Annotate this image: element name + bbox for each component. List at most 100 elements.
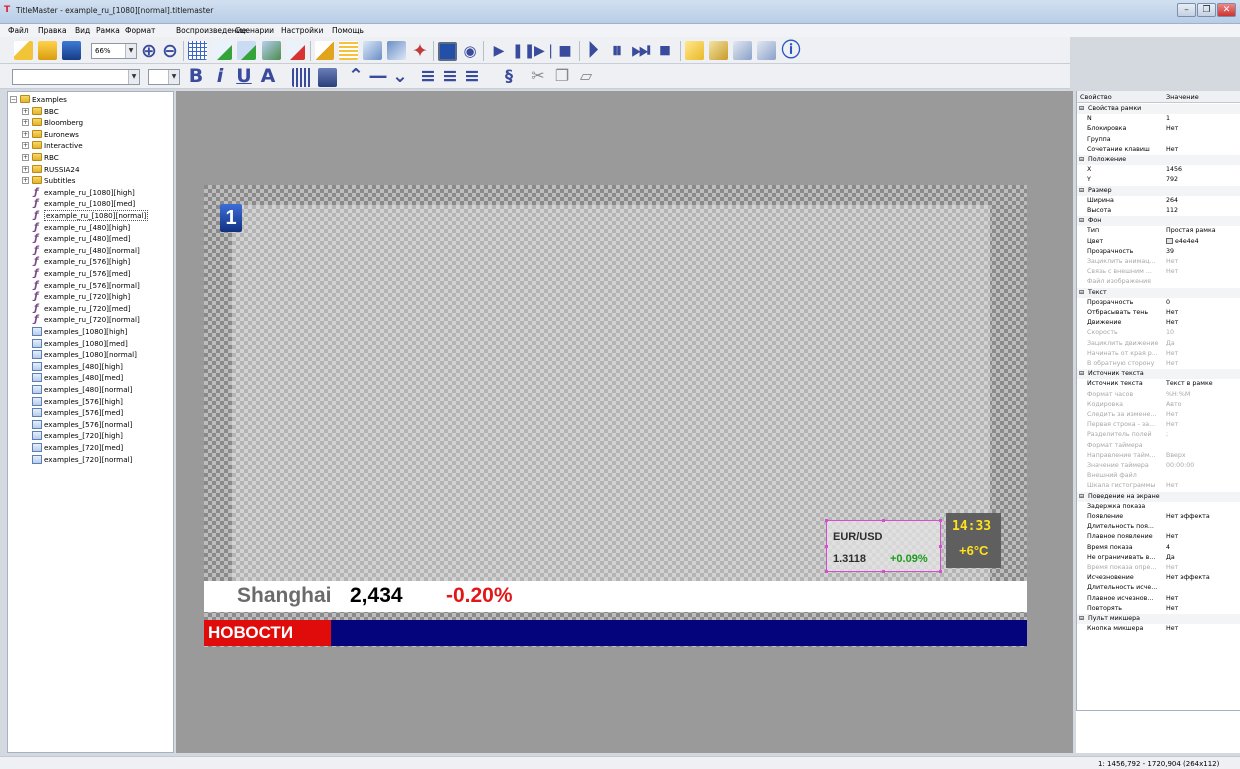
menu-edit[interactable]: Правка	[38, 26, 67, 35]
bold-icon[interactable]: B	[186, 66, 206, 86]
property-row[interactable]: Ширина 264	[1077, 196, 1240, 206]
collapse-icon[interactable]: ⊟	[1079, 614, 1084, 624]
property-row[interactable]: В обратную сторону Нет	[1077, 359, 1240, 369]
property-value[interactable]: 264	[1166, 196, 1240, 206]
property-value[interactable]: Текст в рамке	[1166, 379, 1240, 389]
property-category[interactable]: ⊟ Размер	[1077, 185, 1240, 196]
delete-frame-icon[interactable]	[286, 41, 305, 60]
property-value[interactable]: Да	[1166, 339, 1240, 349]
copy-frame-icon[interactable]	[262, 41, 281, 60]
property-value[interactable]: Авто	[1166, 400, 1240, 410]
align-top-icon[interactable]: ⌃	[346, 66, 366, 86]
property-value[interactable]: Простая рамка	[1166, 226, 1240, 236]
add-frame-icon[interactable]	[213, 41, 232, 60]
scenario-list-icon[interactable]	[733, 41, 752, 60]
property-value[interactable]: Нет эффекта	[1166, 573, 1240, 583]
property-value[interactable]: 792	[1166, 175, 1240, 185]
property-value[interactable]: 10	[1166, 328, 1240, 338]
resize-handle[interactable]	[882, 570, 885, 573]
expand-icon[interactable]: +	[22, 165, 29, 173]
property-value[interactable]: 39	[1166, 247, 1240, 257]
property-row[interactable]: Кодировка Авто	[1077, 400, 1240, 410]
property-row[interactable]: X 1456	[1077, 165, 1240, 175]
section-icon[interactable]: §	[500, 66, 518, 86]
align-bottom-icon[interactable]: ⌄	[390, 66, 410, 86]
collapse-icon[interactable]: ⊟	[1079, 155, 1084, 165]
font-size-select[interactable]: ▼	[148, 69, 180, 85]
property-row[interactable]: Время показа 4	[1077, 543, 1240, 553]
property-value[interactable]: Нет	[1166, 124, 1240, 134]
channel-logo[interactable]: 1	[220, 204, 242, 232]
pin-icon[interactable]: ✦	[410, 41, 430, 61]
property-value[interactable]: %H:%M	[1166, 390, 1240, 400]
property-row[interactable]: Начинать от края р... Нет	[1077, 349, 1240, 359]
step-all-icon[interactable]: ⏭	[630, 40, 652, 61]
property-value[interactable]: Нет	[1166, 604, 1240, 614]
step-icon[interactable]: ▶❘	[534, 41, 557, 61]
property-row[interactable]: Цвет e4e4e4	[1077, 237, 1240, 247]
close-button[interactable]: ✕	[1217, 3, 1236, 17]
collapse-icon[interactable]: ⊟	[1079, 104, 1084, 114]
zoom-out-icon[interactable]: ⊖	[160, 41, 180, 61]
property-row[interactable]: Блокировка Нет	[1077, 124, 1240, 134]
column-property[interactable]: Свойство	[1080, 93, 1112, 101]
property-category[interactable]: ⊟ Положение	[1077, 155, 1240, 166]
save-icon[interactable]	[62, 41, 81, 60]
property-category[interactable]: ⊟ Пульт микшера	[1077, 614, 1240, 625]
property-value[interactable]: Нет	[1166, 257, 1240, 267]
property-row[interactable]: Y 792	[1077, 175, 1240, 185]
new-icon[interactable]	[14, 41, 33, 60]
collapse-icon[interactable]: −	[10, 96, 17, 103]
copy-icon[interactable]: ❐	[552, 66, 572, 86]
property-row[interactable]: Время показа опре... Нет	[1077, 563, 1240, 573]
property-row[interactable]: Повторять Нет	[1077, 604, 1240, 614]
property-row[interactable]: Файл изображения	[1077, 277, 1240, 287]
property-row[interactable]: Плавное исчезнов... Нет	[1077, 594, 1240, 604]
pause-icon[interactable]: ❚❚	[512, 41, 535, 61]
property-value[interactable]: Нет	[1166, 563, 1240, 573]
currency-frame[interactable]: EUR/USD 1.3118 +0.09%	[825, 519, 942, 573]
property-row[interactable]: Прозрачность 0	[1077, 298, 1240, 308]
property-value[interactable]: Нет	[1166, 624, 1240, 634]
resize-handle[interactable]	[939, 519, 942, 522]
property-row[interactable]: Тип Простая рамка	[1077, 226, 1240, 236]
property-row[interactable]: Зациклить анимац... Нет	[1077, 257, 1240, 267]
edit-pencil-icon[interactable]	[315, 41, 334, 60]
resize-handle[interactable]	[825, 519, 828, 522]
property-row[interactable]: Внешний файл	[1077, 471, 1240, 481]
menu-file[interactable]: Файл	[8, 26, 29, 35]
zoom-in-icon[interactable]: ⊕	[139, 41, 159, 61]
expand-icon[interactable]: +	[22, 177, 29, 185]
property-row[interactable]: Сочетание клавиш Нет	[1077, 145, 1240, 155]
property-value[interactable]: 4	[1166, 543, 1240, 553]
menu-help[interactable]: Помощь	[332, 26, 364, 35]
property-value[interactable]: e4e4e4	[1166, 237, 1240, 247]
menu-scenarios[interactable]: Сценарии	[235, 26, 274, 35]
stop-icon[interactable]: ■	[556, 41, 574, 61]
property-row[interactable]: Следить за измене... Нет	[1077, 410, 1240, 420]
collapse-icon[interactable]: ⊟	[1079, 186, 1084, 196]
property-row[interactable]: Направление тайм... Вверх	[1077, 451, 1240, 461]
expand-icon[interactable]: +	[22, 142, 29, 150]
property-row[interactable]: Связь с внешним ... Нет	[1077, 267, 1240, 277]
background-icon[interactable]	[318, 68, 337, 87]
property-value[interactable]: Нет	[1166, 318, 1240, 328]
add-group-icon[interactable]	[237, 41, 256, 60]
play-icon[interactable]: ▶	[490, 41, 508, 61]
property-value[interactable]: Нет	[1166, 410, 1240, 420]
collapse-icon[interactable]: ⊟	[1079, 216, 1084, 226]
resize-handle[interactable]	[825, 545, 828, 548]
property-value[interactable]: 112	[1166, 206, 1240, 216]
collapse-icon[interactable]: ⊟	[1079, 492, 1084, 502]
property-row[interactable]: Зациклить движение Да	[1077, 339, 1240, 349]
property-row[interactable]: Плавное появление Нет	[1077, 532, 1240, 542]
preview-eye-icon[interactable]: ◉	[460, 41, 480, 61]
note-icon[interactable]	[685, 41, 704, 60]
column-value[interactable]: Значение	[1166, 93, 1199, 101]
property-value[interactable]: Нет эффекта	[1166, 512, 1240, 522]
collapse-icon[interactable]: ⊟	[1079, 369, 1084, 379]
properties-panel[interactable]: Свойство Значение ⊟ Свойства рамки N 1 Блоки…	[1076, 91, 1240, 753]
align-middle-icon[interactable]: —	[368, 66, 388, 86]
property-category[interactable]: ⊟ Текст	[1077, 287, 1240, 298]
scenario-edit-icon[interactable]	[757, 41, 776, 60]
